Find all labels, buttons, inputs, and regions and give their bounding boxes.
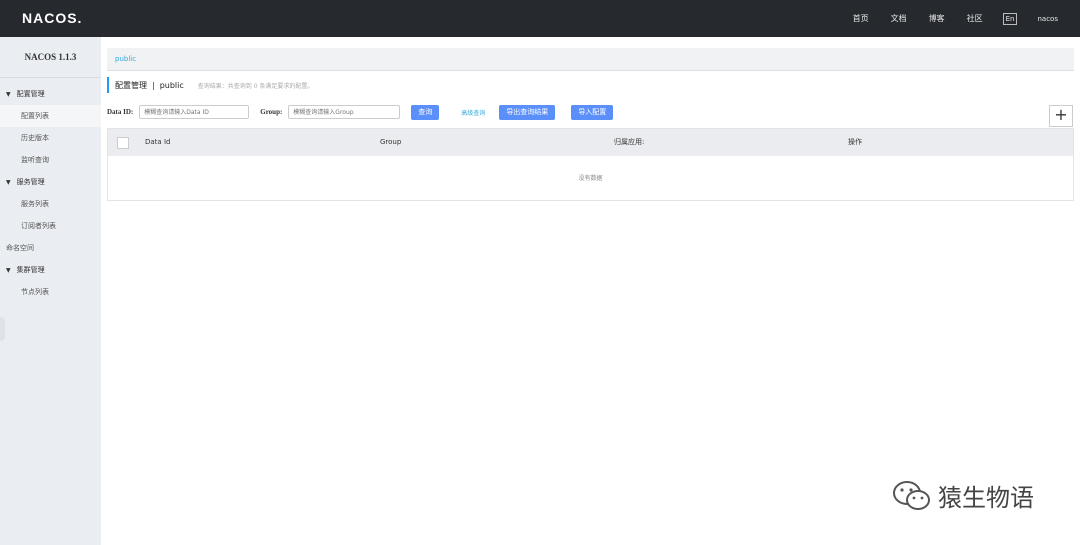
plus-icon: + [1054, 105, 1068, 124]
column-header-dataid: Data Id [145, 138, 171, 146]
import-button[interactable]: 导入配置 [571, 104, 614, 120]
sidebar-item-listener[interactable]: 监听查询 [0, 149, 101, 171]
top-navbar: NACOS. 首页 文档 博客 社区 En nacos [0, 0, 1080, 37]
nav-home[interactable]: 首页 [853, 13, 869, 24]
select-all-cell [108, 129, 145, 156]
table-header: Data Id Group 归属应用: 操作 [108, 129, 1073, 156]
sidebar-group-label: 集群管理 [16, 266, 45, 274]
sidebar-group-config[interactable]: ▼ 配置管理 [0, 83, 101, 105]
sidebar-group-cluster[interactable]: ▼ 集群管理 [0, 259, 101, 281]
page-title: 配置管理 [115, 80, 147, 90]
nav-community[interactable]: 社区 [967, 13, 983, 24]
add-config-button[interactable]: + [1049, 105, 1073, 127]
sidebar-item-history[interactable]: 历史版本 [0, 127, 101, 149]
config-table: Data Id Group 归属应用: 操作 没有数据 [107, 128, 1074, 201]
namespace-label: public [159, 80, 184, 90]
caret-down-icon: ▼ [6, 91, 11, 98]
top-nav: 首页 文档 博客 社区 En nacos [831, 0, 1058, 37]
nacos-logo[interactable]: NACOS. [22, 10, 82, 26]
advanced-query-link[interactable]: 高级查询 [461, 108, 485, 117]
column-header-actions: 操作 [848, 138, 862, 146]
group-input[interactable] [288, 105, 401, 119]
wechat-icon [893, 480, 930, 510]
sidebar-item-subscriber-list[interactable]: 订阅者列表 [0, 215, 101, 237]
user-name[interactable]: nacos [1037, 15, 1058, 23]
page-heading: 配置管理 | public 查询结果：共查询到 0 条满足要求的配置。 [107, 77, 313, 93]
column-header-app: 归属应用: [614, 138, 645, 146]
sidebar-item-node-list[interactable]: 节点列表 [0, 281, 101, 303]
column-header-group: Group [380, 138, 402, 146]
caret-down-icon: ▼ [6, 179, 11, 186]
export-button[interactable]: 导出查询结果 [499, 104, 556, 120]
caret-down-icon: ▼ [6, 267, 11, 274]
empty-table-text: 没有数据 [578, 175, 603, 182]
nav-docs[interactable]: 文档 [891, 13, 907, 24]
breadcrumb: public [107, 48, 1074, 71]
breadcrumb-namespace[interactable]: public [107, 55, 136, 63]
sidebar: NACOS 1.1.3 ▼ 配置管理 配置列表 历史版本 监听查询 ▼ 服务管理 服… [0, 37, 101, 545]
watermark-text: 猿生物语 [938, 484, 1034, 512]
sidebar-item-service-list[interactable]: 服务列表 [0, 193, 101, 215]
sidebar-group-label: 服务管理 [16, 178, 45, 186]
sidebar-item-namespace[interactable]: 命名空间 [0, 237, 101, 259]
version-label: NACOS 1.1.3 [0, 37, 101, 78]
title-separator: | [152, 80, 155, 90]
sidebar-group-service[interactable]: ▼ 服务管理 [0, 171, 101, 193]
language-switch-button[interactable]: En [1002, 12, 1018, 25]
dataid-label: Data ID: [107, 108, 134, 116]
group-label: Group: [260, 108, 283, 116]
sidebar-item-config-list[interactable]: 配置列表 [0, 105, 101, 127]
select-all-checkbox[interactable] [117, 137, 129, 149]
query-button[interactable]: 查询 [411, 104, 440, 120]
query-result-hint: 查询结果：共查询到 0 条满足要求的配置。 [197, 82, 314, 90]
sidebar-collapse-handle[interactable] [0, 317, 5, 341]
dataid-input[interactable] [139, 105, 250, 119]
search-bar: Data ID: Group: 查询 高级查询 导出查询结果 导入配置 [107, 104, 1074, 120]
nav-blog[interactable]: 博客 [929, 13, 945, 24]
sidebar-group-label: 配置管理 [16, 90, 45, 98]
watermark: 猿生物语 [892, 478, 1034, 513]
